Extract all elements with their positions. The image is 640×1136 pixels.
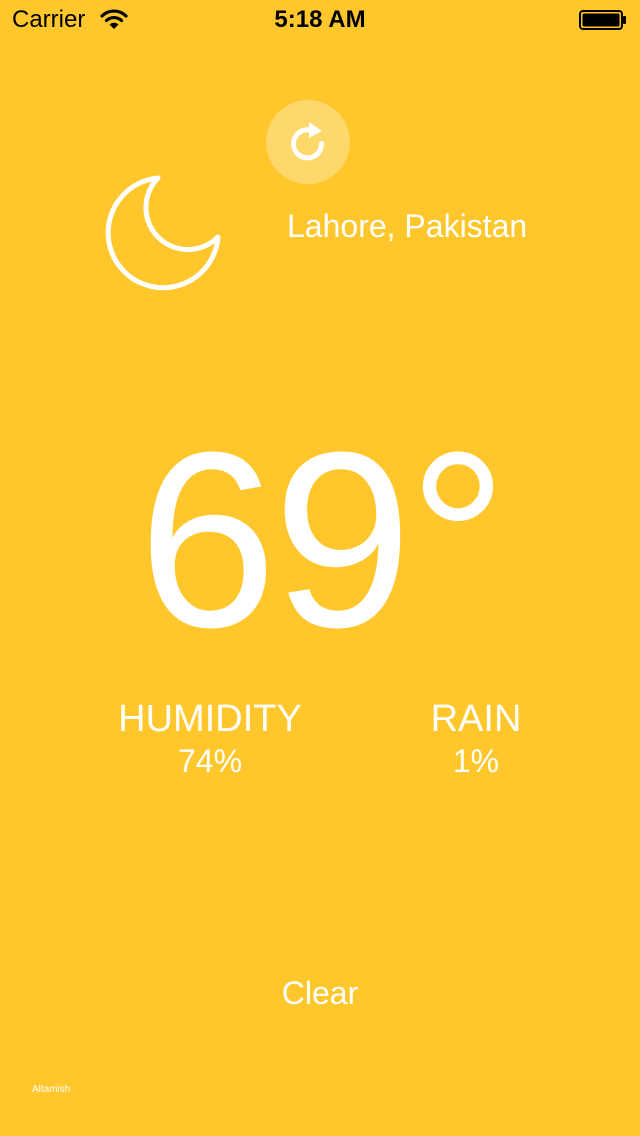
humidity-label: HUMIDITY <box>118 698 302 740</box>
moon-icon <box>105 175 221 291</box>
battery-icon <box>579 10 626 30</box>
status-time: 5:18 AM <box>274 6 366 33</box>
refresh-icon <box>291 122 325 161</box>
weather-summary: Clear <box>281 975 359 1011</box>
weather-screen: Carrier 5:18 AM Lahore, Pakistan 69° HUM… <box>0 0 640 1136</box>
temperature-value: 69° <box>137 400 508 679</box>
refresh-button[interactable] <box>266 100 350 184</box>
status-bar: Carrier 5:18 AM <box>0 0 640 40</box>
humidity-stat: HUMIDITY 74% <box>110 697 310 781</box>
rain-value: 1% <box>452 743 500 779</box>
rain-stat: RAIN 1% <box>406 697 546 781</box>
credit-label: Altamish <box>32 1084 71 1095</box>
location-label: Lahore, Pakistan <box>287 208 528 244</box>
humidity-value: 74% <box>177 743 243 779</box>
rain-label: RAIN <box>430 698 522 740</box>
